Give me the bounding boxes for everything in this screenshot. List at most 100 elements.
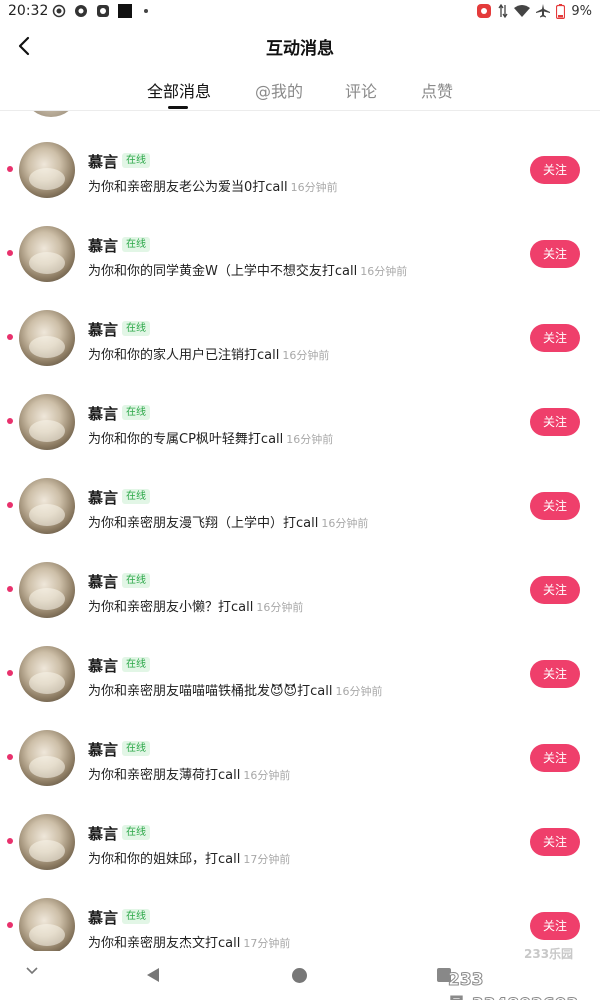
list-item[interactable]: 慕言 在线为你和亲密朋友喵喵喵铁桶批发😈😈打call 16分钟前 关注	[0, 615, 600, 702]
list-item[interactable]: 慕言 在线为你和亲密朋友小懒？打call 16分钟前 关注	[0, 531, 600, 618]
screen-record-icon	[477, 4, 492, 18]
unread-dot	[7, 670, 13, 676]
aperture-icon	[75, 5, 87, 17]
follow-button[interactable]: 关注	[530, 408, 580, 436]
avatar[interactable]	[19, 310, 75, 366]
avatar[interactable]	[19, 646, 75, 702]
user-name[interactable]: 慕言	[88, 739, 118, 760]
follow-button[interactable]: 关注	[530, 324, 580, 352]
message-time: 16分钟前	[256, 601, 304, 614]
online-badge: 在线	[122, 657, 150, 672]
list-item[interactable]: 慕言 在线为你和你的同学黄金W（上学中不想交友打call 16分钟前 关注	[0, 195, 600, 282]
message-text: 为你和亲密朋友小懒？打call 16分钟前	[88, 596, 303, 615]
app-icon	[97, 5, 109, 17]
active-tab-indicator	[168, 106, 188, 109]
avatar[interactable]	[19, 898, 75, 951]
follow-button[interactable]: 关注	[530, 156, 580, 184]
user-name[interactable]: 慕言	[88, 487, 118, 508]
tab-all-messages[interactable]: 全部消息	[147, 78, 211, 102]
user-name[interactable]: 慕言	[88, 907, 118, 928]
list-item[interactable]: 慕言 在线为你和亲密朋友薄荷打call 16分钟前 关注	[0, 699, 600, 786]
status-time: 20:32	[8, 3, 49, 19]
avatar[interactable]	[19, 814, 75, 870]
avatar[interactable]	[19, 226, 75, 282]
unread-dot	[7, 838, 13, 844]
user-name[interactable]: 慕言	[88, 235, 118, 256]
message-list[interactable]: 慕言 在线 为你和亲密朋友老公为爱当0打call 16分钟前 关注 慕言 在线 为你和你的同学…	[0, 111, 600, 951]
message-time: 16分钟前	[243, 769, 291, 782]
avatar[interactable]	[19, 562, 75, 618]
home-circle-icon[interactable]	[292, 968, 307, 983]
online-badge: 在线	[122, 153, 150, 168]
wifi-icon	[514, 5, 531, 17]
watermark-text: 233号:334802603	[448, 970, 579, 1000]
follow-button[interactable]: 关注	[530, 240, 580, 268]
message-body: 为你和亲密朋友杰文打call	[88, 936, 241, 951]
message-time: 16分钟前	[286, 433, 334, 446]
message-body: 为你和亲密朋友老公为爱当0打call	[88, 180, 288, 195]
message-body: 为你和亲密朋友漫飞翔（上学中）打call	[88, 516, 319, 531]
message-body: 为你和你的姐妹邱，打call	[88, 852, 241, 867]
status-left-icons	[52, 4, 148, 18]
tab-mentions[interactable]: @我的	[255, 78, 303, 102]
list-item[interactable]: 慕言 在线为你和亲密朋友老公为爱当0打call 16分钟前 关注	[0, 111, 600, 198]
data-arrows-icon	[498, 4, 508, 18]
avatar[interactable]	[19, 394, 75, 450]
user-name[interactable]: 慕言	[88, 823, 118, 844]
user-name[interactable]: 慕言	[88, 403, 118, 424]
message-text: 为你和亲密朋友杰文打call 17分钟前	[88, 932, 290, 951]
message-text: 为你和亲密朋友喵喵喵铁桶批发😈😈打call 16分钟前	[88, 680, 382, 699]
message-time: 16分钟前	[360, 265, 408, 278]
chevron-down-icon[interactable]	[26, 967, 38, 975]
unread-dot	[7, 502, 13, 508]
message-body: 为你和你的同学黄金W（上学中不想交友打call	[88, 264, 358, 279]
unread-dot	[7, 922, 13, 928]
online-badge: 在线	[122, 909, 150, 924]
follow-button[interactable]: 关注	[530, 744, 580, 772]
record-icon	[52, 4, 66, 18]
user-name[interactable]: 慕言	[88, 571, 118, 592]
unread-dot	[7, 586, 13, 592]
message-body: 为你和你的家人用户已注销打call	[88, 348, 280, 363]
user-name[interactable]: 慕言	[88, 319, 118, 340]
list-item[interactable]: 慕言 在线 为你和你的家人用户已注销打call 16分钟前 关注	[0, 279, 600, 366]
status-bar: 20:32 9%	[0, 0, 600, 24]
follow-button[interactable]: 关注	[530, 912, 580, 940]
list-item[interactable]: 慕言 在线为你和亲密朋友杰文打call 17分钟前 关注	[0, 867, 600, 951]
message-text: 为你和你的专属CP枫叶轻舞打call 16分钟前	[88, 428, 333, 447]
follow-button[interactable]: 关注	[530, 660, 580, 688]
list-item[interactable]: 慕言 在线 为你和你的专属CP枫叶轻舞打call 16分钟前 关注	[0, 363, 600, 450]
follow-button[interactable]: 关注	[530, 828, 580, 856]
user-name[interactable]: 慕言	[88, 655, 118, 676]
follow-button[interactable]: 关注	[530, 492, 580, 520]
header: 互动消息	[0, 24, 600, 68]
avatar[interactable]	[19, 478, 75, 534]
tab-comments[interactable]: 评论	[345, 78, 377, 102]
avatar[interactable]	[19, 730, 75, 786]
online-badge: 在线	[122, 741, 150, 756]
watermark-logo: 233乐园	[524, 947, 574, 961]
message-time: 16分钟前	[335, 685, 383, 698]
message-text: 为你和亲密朋友漫飞翔（上学中）打call 16分钟前	[88, 512, 368, 531]
online-badge: 在线	[122, 573, 150, 588]
unread-dot	[7, 418, 13, 424]
message-time: 17分钟前	[243, 853, 291, 866]
message-body: 为你和亲密朋友喵喵喵铁桶批发😈😈打call	[88, 684, 333, 699]
black-app-icon	[118, 4, 132, 18]
user-name[interactable]: 慕言	[88, 151, 118, 172]
tab-likes[interactable]: 点赞	[421, 78, 453, 102]
avatar[interactable]	[19, 142, 75, 198]
message-body: 为你和亲密朋友小懒？打call	[88, 600, 254, 615]
unread-dot	[7, 754, 13, 760]
battery-percent: 9%	[571, 3, 592, 19]
back-triangle-icon[interactable]	[145, 967, 161, 983]
list-item[interactable]: 慕言 在线为你和亲密朋友漫飞翔（上学中）打call 16分钟前 关注	[0, 447, 600, 534]
online-badge: 在线	[122, 489, 150, 504]
message-text: 为你和你的同学黄金W（上学中不想交友打call 16分钟前	[88, 260, 407, 279]
online-badge: 在线	[122, 237, 150, 252]
list-item[interactable]: 慕言 在线 为你和你的姐妹邱，打call 17分钟前 关注	[0, 783, 600, 870]
follow-button[interactable]: 关注	[530, 576, 580, 604]
message-text: 为你和亲密朋友老公为爱当0打call 16分钟前	[88, 176, 338, 195]
message-text: 为你和亲密朋友薄荷打call 16分钟前	[88, 764, 290, 783]
online-badge: 在线	[122, 321, 150, 336]
